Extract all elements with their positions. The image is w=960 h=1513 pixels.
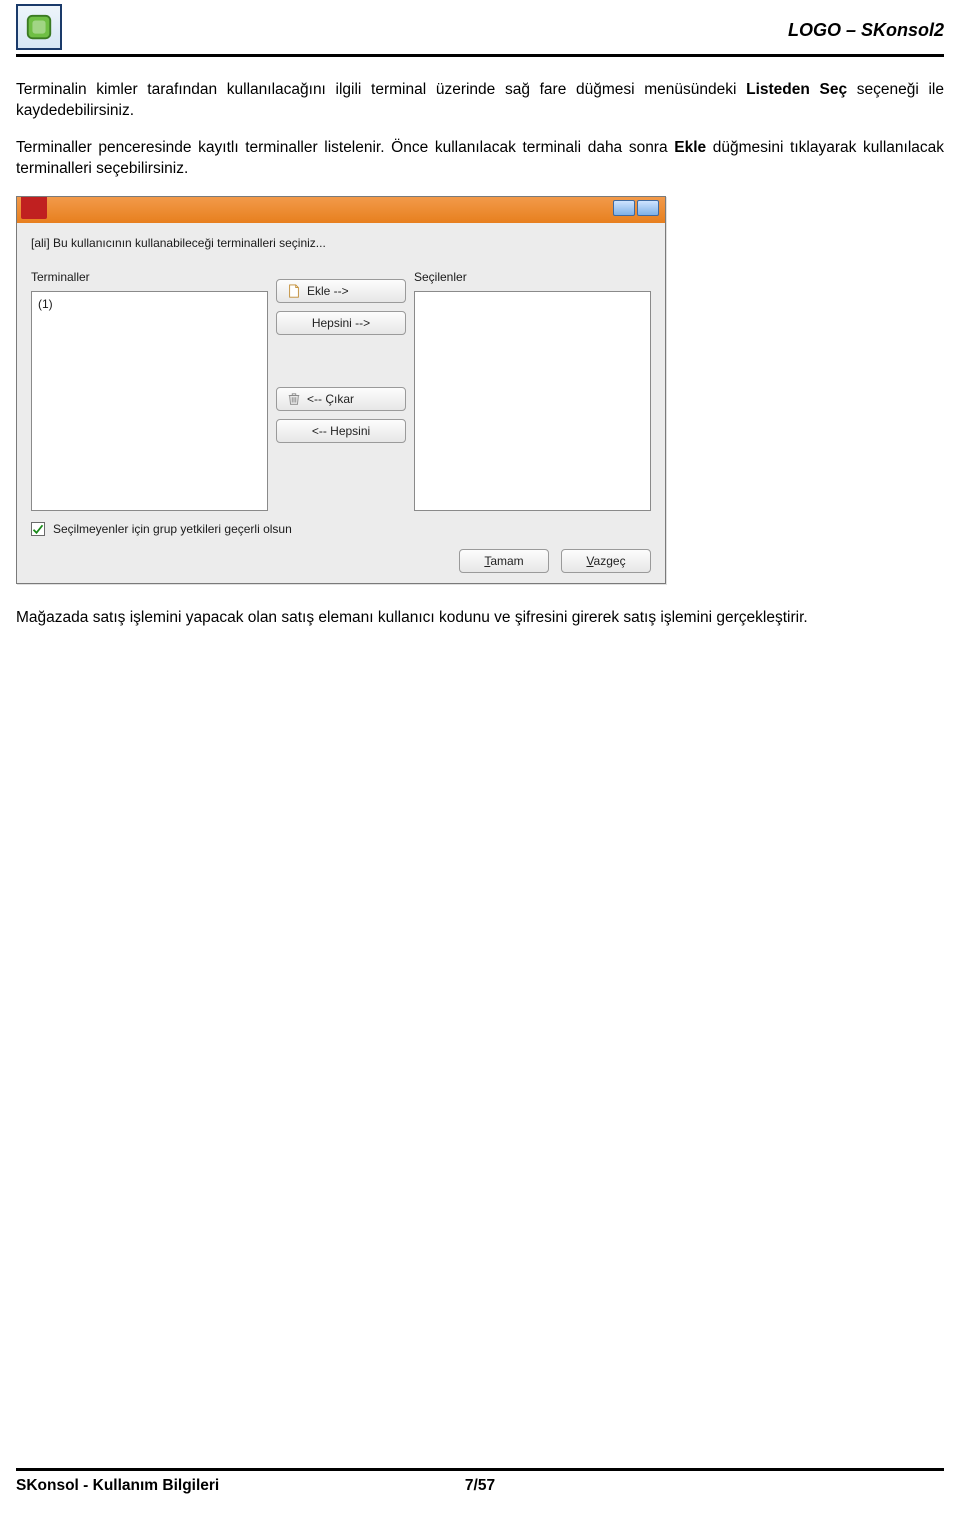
- header-rule: [16, 54, 944, 57]
- para2-text-a: Terminaller penceresinde kayıtlı termina…: [16, 139, 674, 156]
- paragraph-2: Terminaller penceresinde kayıtlı termina…: [16, 138, 944, 180]
- paragraph-3: Mağazada satış işlemini yapacak olan sat…: [16, 608, 944, 629]
- content-area: Terminalin kimler tarafından kullanılaca…: [0, 62, 960, 629]
- ok-button-label: Tamam: [484, 553, 523, 569]
- ok-button[interactable]: Tamam: [459, 549, 549, 573]
- window-controls: [613, 200, 659, 216]
- footer-page: 7/57: [406, 1477, 554, 1495]
- group-permissions-checkbox[interactable]: [31, 522, 45, 536]
- terminals-listbox[interactable]: (1): [31, 291, 268, 511]
- minimize-button[interactable]: [613, 200, 635, 216]
- paragraph-1: Terminalin kimler tarafından kullanılaca…: [16, 80, 944, 122]
- terminals-label: Terminaller: [31, 269, 268, 285]
- dialog-instruction: [ali] Bu kullanıcının kullanabileceği te…: [31, 235, 651, 251]
- para1-bold: Listeden Seç: [746, 81, 847, 98]
- trash-icon: [287, 392, 301, 406]
- dialog-footer: Tamam Vazgeç: [31, 549, 651, 573]
- remove-all-button[interactable]: <-- Hepsini: [276, 419, 406, 443]
- header-title: LOGO – SKonsol2: [788, 20, 944, 41]
- dialog-titlebar: [17, 197, 665, 223]
- close-button[interactable]: [637, 200, 659, 216]
- footer-left: SKonsol - Kullanım Bilgileri: [16, 1477, 406, 1495]
- left-column: Terminaller (1): [31, 269, 268, 511]
- cancel-button-label: Vazgeç: [586, 553, 625, 569]
- document-icon: [287, 284, 301, 298]
- remove-button[interactable]: <-- Çıkar: [276, 387, 406, 411]
- right-column: Seçilenler: [414, 269, 651, 511]
- page-footer: SKonsol - Kullanım Bilgileri 7/57: [16, 1468, 944, 1495]
- para1-text-a: Terminalin kimler tarafından kullanılaca…: [16, 81, 746, 98]
- logo-icon: [16, 4, 62, 50]
- remove-button-label: <-- Çıkar: [307, 391, 354, 407]
- add-all-button-label: Hepsini -->: [312, 315, 370, 331]
- transfer-buttons: Ekle --> Hepsini --> <-- Çıkar <-- Hepsi…: [276, 269, 406, 443]
- cancel-button[interactable]: Vazgeç: [561, 549, 651, 573]
- add-button[interactable]: Ekle -->: [276, 279, 406, 303]
- group-permissions-row: Seçilmeyenler için grup yetkileri geçerl…: [31, 521, 651, 537]
- selected-label: Seçilenler: [414, 269, 651, 285]
- list-item[interactable]: (1): [38, 296, 261, 312]
- add-all-button[interactable]: Hepsini -->: [276, 311, 406, 335]
- selected-listbox[interactable]: [414, 291, 651, 511]
- page-header: LOGO – SKonsol2: [0, 0, 960, 62]
- remove-all-button-label: <-- Hepsini: [312, 423, 370, 439]
- group-permissions-label: Seçilmeyenler için grup yetkileri geçerl…: [53, 521, 292, 537]
- add-button-label: Ekle -->: [307, 283, 349, 299]
- titlebar-accent-icon: [21, 197, 47, 219]
- terminal-select-dialog: [ali] Bu kullanıcının kullanabileceği te…: [16, 196, 666, 585]
- dialog-body: [ali] Bu kullanıcının kullanabileceği te…: [17, 223, 665, 584]
- dual-list-layout: Terminaller (1) Ekle --> Hepsini -->: [31, 269, 651, 511]
- para2-bold: Ekle: [674, 139, 706, 156]
